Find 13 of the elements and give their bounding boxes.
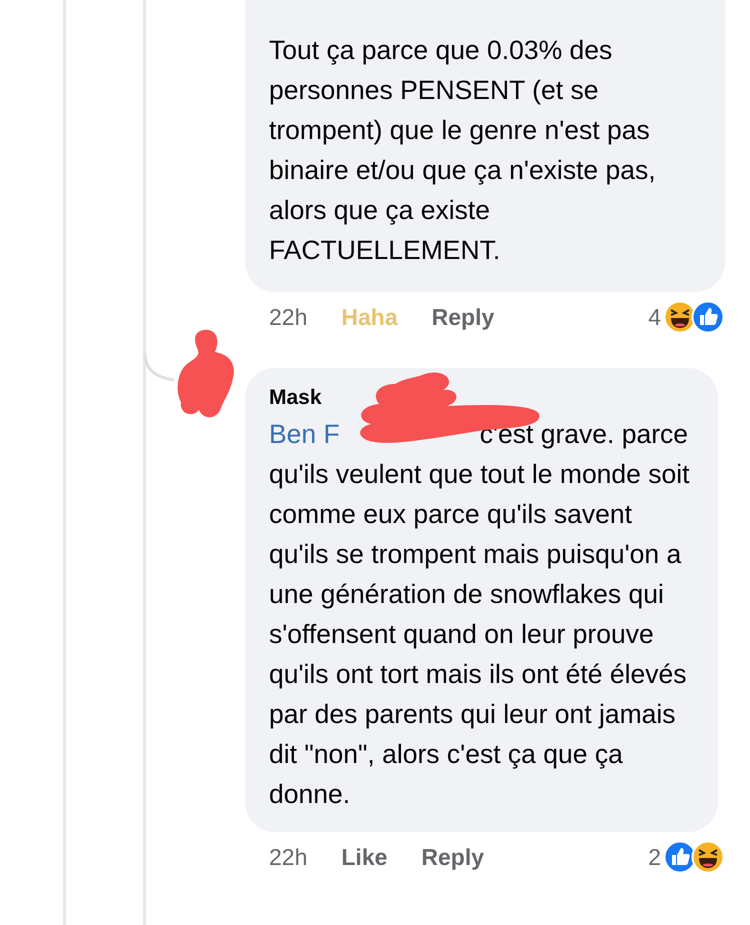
reaction-count: 2 [648, 844, 661, 870]
reaction-link[interactable]: Reply [421, 844, 484, 870]
comment-text: Ben F c'est grave. parce qu'ils veulent que tout le monde soit comme eux parce qu'ils savent qu'ils se trompent mais puisqu'on a une génération de snowflakes qui s'offensent quand on leur prouve qu'ils ont tort mais ils ont été élevés par des parents qui leur ont jamais dit "non", alors c'est ça que ça donne. [269, 418, 690, 811]
comment-text: Tout ça parce que 0.03% des personnes PENSENT (et se trompent) que le genre n'est pas binaire et/ou que ça n'existe pas, alors que ça existe FACTUELLEMENT. [269, 34, 657, 267]
timestamp: 22h [269, 304, 308, 330]
author-name[interactable]: Mask [269, 382, 322, 414]
like-icon [691, 300, 725, 334]
reaction-link[interactable]: Like [341, 844, 388, 870]
reaction-count: 4 [648, 304, 661, 330]
reaction-link[interactable]: Reply [432, 304, 494, 330]
mention-link[interactable]: Ben F [269, 419, 340, 449]
laughing-face-icon [691, 840, 725, 874]
timestamp: 22h [269, 844, 308, 870]
